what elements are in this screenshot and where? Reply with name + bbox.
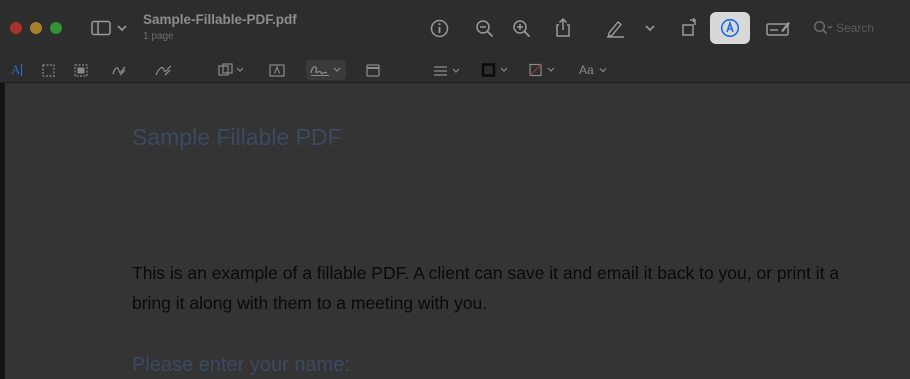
name-field-label: Please enter your name: — [132, 354, 350, 376]
markup-toolbar-button[interactable] — [710, 12, 750, 44]
zoom-button[interactable] — [50, 22, 62, 34]
border-color-tool[interactable] — [481, 63, 511, 77]
share-icon[interactable] — [553, 16, 573, 38]
text-style-label: Aa — [579, 63, 594, 77]
sketch-tool[interactable] — [111, 63, 127, 77]
draw-tool[interactable] — [155, 63, 172, 77]
text-style-tool[interactable]: Aa — [579, 63, 608, 77]
close-button[interactable] — [10, 22, 22, 34]
shapes-tool[interactable] — [218, 63, 246, 77]
window-toolbar: Sample-Fillable-PDF.pdf 1 page Search — [0, 0, 910, 56]
text-box-tool[interactable] — [269, 63, 285, 77]
text-selection-icon: A — [11, 62, 21, 77]
search-placeholder: Search — [836, 21, 875, 35]
pdf-body-line-1: This is an example of a fillable PDF. A … — [132, 263, 840, 283]
smart-lasso-tool[interactable] — [74, 63, 88, 77]
text-selection-tool[interactable]: A — [11, 62, 27, 77]
highlight-pen-icon[interactable] — [604, 18, 626, 38]
chevron-down-icon[interactable] — [116, 22, 128, 34]
fill-color-tool[interactable] — [528, 63, 558, 77]
form-filling-icon[interactable] — [765, 18, 791, 38]
search-field[interactable]: Search — [810, 18, 910, 38]
note-tool[interactable] — [366, 63, 380, 77]
zoom-in-icon[interactable] — [511, 18, 531, 38]
search-icon — [813, 20, 833, 36]
rectangular-selection-tool[interactable] — [42, 63, 55, 77]
sidebar-icon[interactable] — [90, 19, 112, 37]
shape-style-tool[interactable] — [433, 63, 463, 77]
document-title: Sample-Fillable-PDF.pdf — [143, 12, 297, 27]
page-edge — [0, 83, 5, 379]
zoom-out-icon[interactable] — [474, 18, 494, 38]
rotate-icon[interactable] — [679, 17, 699, 37]
page-count: 1 page — [143, 31, 174, 42]
markup-icon — [720, 18, 740, 38]
pdf-heading: Sample Fillable PDF — [132, 124, 342, 150]
chevron-down-icon — [599, 67, 607, 72]
pdf-body-line-2: bring it along with them to a meeting wi… — [132, 293, 488, 313]
info-icon[interactable] — [429, 18, 449, 38]
sign-tool[interactable] — [306, 60, 346, 80]
minimize-button[interactable] — [30, 22, 42, 34]
highlight-options-chevron-icon[interactable] — [644, 22, 656, 34]
